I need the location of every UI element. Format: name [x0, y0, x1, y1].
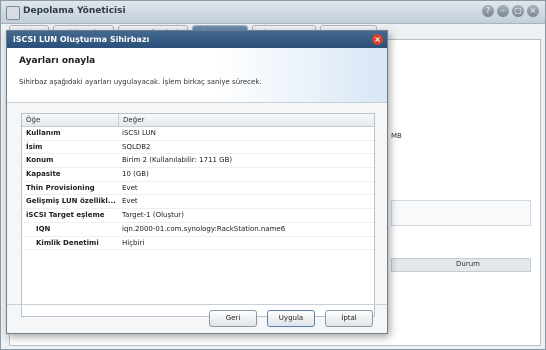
dialog-buttons: Geri Uygula İptal	[209, 310, 373, 327]
window-title: Depolama Yöneticisi	[23, 6, 126, 16]
step-description: Sihirbaz aşağıdaki ayarları uygulayacak.…	[19, 78, 262, 86]
footer-divider	[7, 304, 387, 305]
minimize-icon[interactable]: –	[497, 5, 509, 17]
storage-manager-icon	[6, 6, 20, 20]
table-row: Kapasite 10 (GB)	[22, 168, 374, 182]
table-row: Kimlik Denetimi Hiçbiri	[22, 237, 374, 251]
background-table-header: Durum	[391, 258, 531, 272]
close-icon[interactable]: ×	[527, 5, 539, 17]
row-item: Kimlik Denetimi	[36, 238, 99, 247]
cancel-button[interactable]: İptal	[325, 310, 373, 327]
column-header-value[interactable]: Değer	[119, 114, 144, 126]
step-heading: Ayarları onayla	[19, 56, 96, 66]
back-button[interactable]: Geri	[209, 310, 257, 327]
background-fragment-text: MB	[391, 132, 402, 140]
row-value: Evet	[122, 183, 138, 192]
background-row	[391, 200, 531, 226]
row-value: Birim 2 (Kullanılabilir: 1711 GB)	[122, 156, 233, 165]
column-header-item[interactable]: Öğe	[22, 114, 119, 126]
dialog-title-bar: iSCSI LUN Oluşturma Sihirbazı ×	[7, 31, 387, 48]
dialog-close-icon[interactable]: ×	[372, 34, 383, 45]
table-row: Gelişmiş LUN özellikl... Evet	[22, 195, 374, 210]
row-item: IQN	[36, 224, 51, 233]
table-row: IQN iqn.2000-01.com.synology:RackStation…	[22, 223, 374, 237]
row-value: 10 (GB)	[122, 170, 149, 179]
dialog-banner: Ayarları onayla Sihirbaz aşağıdaki ayarl…	[7, 48, 387, 103]
row-value: Hiçbiri	[122, 238, 145, 247]
row-item: iSCSI Target eşleme	[26, 211, 105, 220]
row-value: Evet	[122, 197, 138, 206]
row-value: iSCSI LUN	[122, 129, 156, 137]
row-value: SQLDB2	[122, 142, 151, 151]
window-controls: ? – ▢ ×	[482, 5, 539, 17]
row-value: iqn.2000-01.com.synology:RackStation.nam…	[122, 224, 286, 233]
row-item: Gelişmiş LUN özellikl...	[26, 197, 116, 206]
status-column-header[interactable]: Durum	[456, 260, 480, 268]
table-row: iSCSI Target eşleme Target-1 (Oluştur)	[22, 209, 374, 223]
table-row: Thin Provisioning Evet	[22, 182, 374, 196]
lun-wizard-dialog: iSCSI LUN Oluşturma Sihirbazı × Ayarları…	[6, 30, 388, 334]
window-title-bar: Depolama Yöneticisi ? – ▢ ×	[1, 1, 545, 24]
table-row: İsim SQLDB2	[22, 141, 374, 155]
table-row: Konum Birim 2 (Kullanılabilir: 1711 GB)	[22, 154, 374, 169]
table-row: Kullanım iSCSI LUN	[22, 127, 374, 141]
row-item: Thin Provisioning	[26, 183, 95, 192]
row-item: Kapasite	[26, 170, 61, 179]
table-header: Öğe Değer	[22, 114, 374, 127]
maximize-icon[interactable]: ▢	[512, 5, 524, 17]
row-item: Kullanım	[26, 129, 61, 137]
apply-button[interactable]: Uygula	[267, 310, 315, 327]
row-item: Konum	[26, 156, 54, 165]
help-icon[interactable]: ?	[482, 5, 494, 17]
dialog-title: iSCSI LUN Oluşturma Sihirbazı	[13, 35, 150, 44]
row-value: Target-1 (Oluştur)	[122, 211, 184, 220]
row-item: İsim	[26, 142, 43, 151]
settings-table: Öğe Değer Kullanım iSCSI LUN İsim SQLDB2…	[21, 113, 375, 317]
